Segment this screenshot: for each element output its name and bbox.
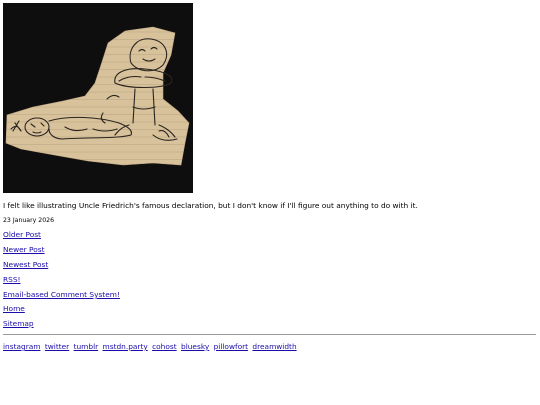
social-link-twitter[interactable]: twitter	[45, 342, 69, 351]
social-link-bluesky[interactable]: bluesky	[181, 342, 209, 351]
post-body-text: I felt like illustrating Uncle Friedrich…	[3, 201, 418, 210]
social-link-dreamwidth[interactable]: dreamwidth	[252, 342, 296, 351]
newer-post-link[interactable]: Newer Post	[3, 245, 45, 254]
post-date: 23 January 2026	[3, 217, 55, 224]
social-link-tumblr[interactable]: tumblr	[74, 342, 99, 351]
rss-link[interactable]: RSS!	[3, 275, 20, 284]
social-link-cohost[interactable]: cohost	[152, 342, 177, 351]
comment-system-link[interactable]: Email-based Comment System!	[3, 290, 120, 299]
social-link-instagram[interactable]: instagram	[3, 342, 40, 351]
newest-post-link[interactable]: Newest Post	[3, 260, 48, 269]
home-link[interactable]: Home	[3, 304, 25, 313]
footer-divider	[3, 334, 536, 335]
social-link-mastodon[interactable]: mstdn.party	[103, 342, 148, 351]
post-image	[3, 3, 193, 193]
older-post-link[interactable]: Older Post	[3, 230, 41, 239]
page: I felt like illustrating Uncle Friedrich…	[0, 0, 540, 405]
sitemap-link[interactable]: Sitemap	[3, 319, 34, 328]
paper-scrap	[5, 26, 190, 166]
social-links: instagram twitter tumblr mstdn.party coh…	[3, 342, 299, 351]
social-link-pillowfort[interactable]: pillowfort	[214, 342, 248, 351]
